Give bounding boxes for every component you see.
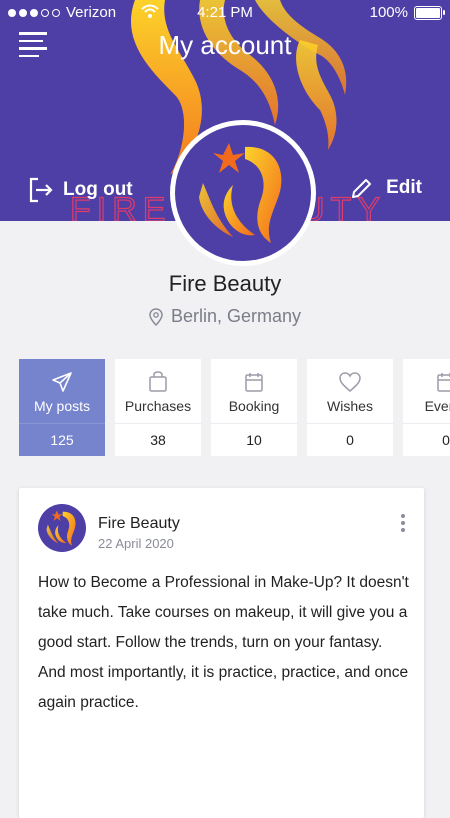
tab-booking[interactable]: Booking 10 (211, 359, 297, 456)
edit-button[interactable]: Edit (350, 176, 422, 200)
page-title: My account (158, 30, 292, 60)
profile-tabs: My posts 125 Purchases 38 Booking 10 Wis… (19, 359, 450, 456)
tab-count: 38 (115, 423, 201, 456)
battery-label: 100% (369, 4, 408, 21)
logout-icon (29, 177, 53, 203)
tab-purchases[interactable]: Purchases 38 (115, 359, 201, 456)
profile-name: Fire Beauty (168, 271, 282, 296)
battery-icon (414, 5, 445, 20)
logout-label: Log out (63, 179, 133, 200)
fire-beauty-logo-icon (199, 143, 282, 243)
tab-label: Purchases (124, 398, 192, 414)
logout-button[interactable]: Log out (27, 176, 133, 204)
location-label: Berlin, Germany (170, 306, 302, 326)
heart-icon (339, 372, 361, 392)
tab-my-posts[interactable]: My posts 125 (19, 359, 105, 456)
profile-avatar[interactable] (170, 120, 316, 266)
tab-events[interactable]: Events 0 (403, 359, 450, 456)
post-author-avatar[interactable] (38, 504, 86, 552)
calendar-icon (245, 373, 263, 392)
location-pin-icon (149, 307, 163, 326)
tab-label: Events (424, 398, 450, 414)
more-vertical-icon[interactable] (398, 514, 408, 536)
post-date: 22 April 2020 (98, 536, 174, 551)
fire-beauty-logo-icon (46, 510, 76, 546)
tab-count: 10 (211, 423, 297, 456)
tab-count: 0 (403, 423, 450, 456)
status-bar: Verizon 4:21 PM 100% (0, 0, 450, 26)
tab-label: Wishes (327, 398, 373, 414)
calendar-icon (437, 373, 450, 392)
send-icon (52, 372, 72, 392)
edit-label: Edit (386, 177, 422, 198)
tab-label: My posts (33, 398, 90, 414)
status-right: 100% (369, 4, 445, 21)
profile-location: Berlin, Germany (0, 306, 450, 327)
tab-label: Booking (228, 398, 280, 414)
post-author-name[interactable]: Fire Beauty (98, 515, 180, 533)
tab-count: 125 (19, 423, 105, 456)
edit-pencil-icon (352, 179, 372, 198)
post-card[interactable]: Fire Beauty 22 April 2020 How to Become … (19, 488, 424, 818)
bag-icon (149, 371, 167, 392)
tab-count: 0 (307, 423, 393, 456)
tab-wishes[interactable]: Wishes 0 (307, 359, 393, 456)
post-body: How to Become a Professional in Make-Up?… (38, 574, 409, 711)
